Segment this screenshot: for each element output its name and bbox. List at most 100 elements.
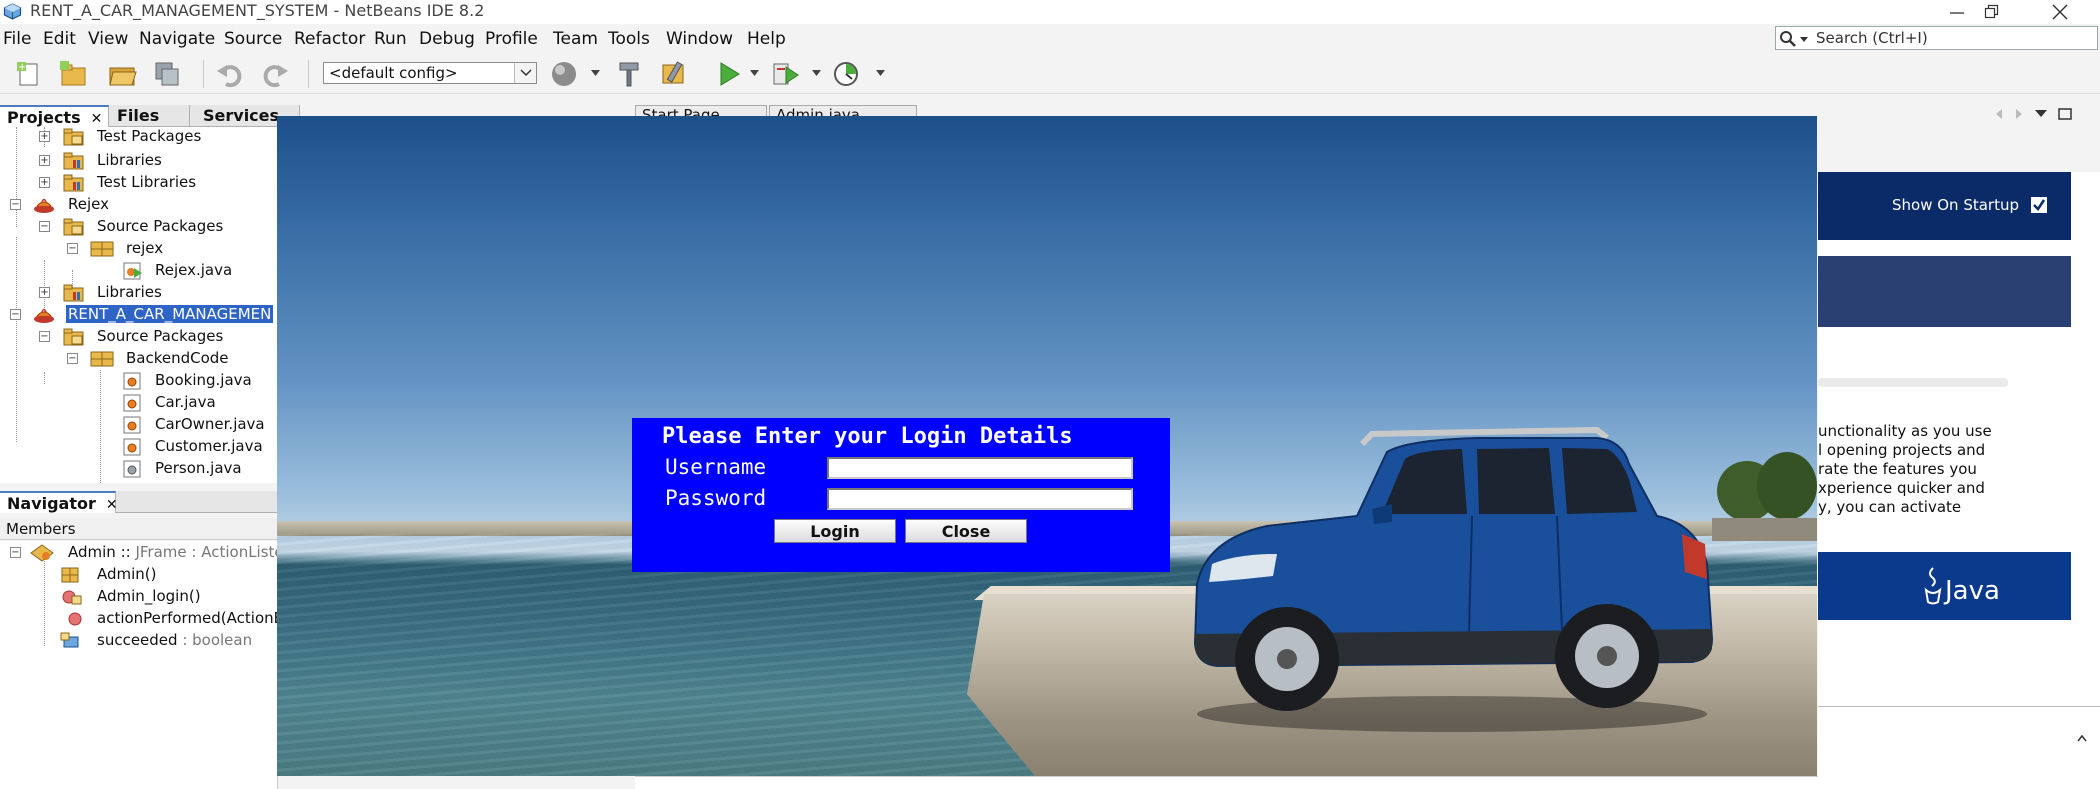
menu-view[interactable]: View (88, 29, 128, 49)
configuration-select[interactable]: <default config> (323, 62, 537, 84)
password-label: Password (665, 486, 767, 510)
tree-item-car-java[interactable]: Car.java (0, 391, 277, 413)
tree-item-label: Libraries (97, 283, 162, 301)
navigator-item-constructor[interactable]: Admin() (0, 563, 277, 585)
collapse-toggle[interactable]: − (39, 331, 50, 342)
redo-button[interactable] (258, 57, 292, 91)
collapse-toggle[interactable]: − (10, 309, 21, 320)
dropdown-arrow-icon[interactable] (591, 69, 601, 77)
configuration-dropdown-button[interactable] (514, 63, 536, 83)
debug-project-button[interactable] (769, 57, 803, 91)
play-icon (720, 62, 740, 86)
svg-text:+: + (18, 62, 26, 73)
close-tab-icon[interactable]: ✕ (106, 497, 118, 513)
dropdown-arrow-icon[interactable] (876, 69, 886, 77)
tree-item-test-packages[interactable]: + Test Packages (0, 127, 277, 149)
start-page-text-line: y, you can activate (1818, 498, 1962, 516)
scroll-up-icon[interactable] (2076, 732, 2088, 744)
new-project-button[interactable] (56, 57, 90, 91)
maximize-window-icon[interactable] (2058, 107, 2072, 121)
login-button[interactable]: Login (774, 519, 896, 543)
tree-item-booking-java[interactable]: Booking.java (0, 369, 277, 391)
build-project-button[interactable] (612, 57, 646, 91)
open-project-button[interactable] (105, 57, 139, 91)
field-icon (60, 632, 79, 648)
navigator-root-admin[interactable]: − Admin :: JFrame : ActionListe (0, 541, 277, 563)
tree-item-source-packages[interactable]: − Source Packages (0, 325, 277, 347)
collapse-toggle[interactable]: − (10, 547, 21, 558)
menu-profile[interactable]: Profile (485, 29, 538, 49)
tab-navigator[interactable]: Navigator ✕ (0, 491, 118, 513)
menu-edit[interactable]: Edit (43, 29, 76, 49)
new-file-button[interactable]: + (12, 57, 46, 91)
show-opened-documents-icon[interactable] (2034, 109, 2048, 119)
profiler-gauge-icon (834, 62, 858, 86)
tree-item-rent-a-car-project[interactable]: − RENT_A_CAR_MANAGEMEN (0, 303, 277, 325)
package-folder-icon (63, 328, 84, 346)
menu-refactor[interactable]: Refactor (294, 29, 365, 49)
show-on-startup-checkbox[interactable] (2031, 197, 2047, 213)
expand-toggle[interactable]: + (39, 131, 50, 142)
close-window-button[interactable] (2030, 0, 2090, 24)
navigator-item-action-performed[interactable]: actionPerformed(ActionE (0, 607, 277, 629)
tab-projects[interactable]: Projects ✕ (0, 105, 109, 127)
expand-toggle[interactable]: + (39, 155, 50, 166)
java-logo-text: Java (1945, 576, 2000, 606)
collapse-toggle[interactable]: − (39, 221, 50, 232)
dropdown-arrow-icon[interactable] (750, 69, 760, 77)
tree-item-person-java[interactable]: Person.java (0, 457, 277, 479)
quick-search-box[interactable] (1775, 26, 2098, 50)
menu-tools[interactable]: Tools (608, 29, 650, 49)
build-config-globe-button[interactable] (547, 57, 581, 91)
tab-services-label: Services (203, 106, 280, 125)
run-project-button[interactable] (712, 57, 746, 91)
password-input[interactable] (827, 488, 1133, 510)
tree-item-carowner-java[interactable]: CarOwner.java (0, 413, 277, 435)
tree-item-test-libraries[interactable]: + Test Libraries (0, 171, 277, 193)
tree-item-rejex-java[interactable]: Rejex.java (0, 259, 277, 281)
java-banner[interactable]: Java (1818, 552, 2071, 620)
tree-item-libraries[interactable]: + Libraries (0, 281, 277, 303)
members-filter[interactable]: Members (0, 518, 278, 540)
clean-build-button[interactable] (657, 57, 691, 91)
menu-help[interactable]: Help (747, 29, 786, 49)
menu-window[interactable]: Window (666, 29, 733, 49)
scroll-left-icon[interactable] (1994, 108, 2004, 120)
menu-team[interactable]: Team (553, 29, 598, 49)
java-main-class-icon (123, 262, 142, 280)
menu-navigate[interactable]: Navigate (139, 29, 215, 49)
tree-item-customer-java[interactable]: Customer.java (0, 435, 277, 457)
expand-toggle[interactable]: + (39, 287, 50, 298)
collapse-toggle[interactable]: − (10, 199, 21, 210)
navigator-root-label: Admin :: JFrame : ActionListe (68, 543, 277, 561)
navigator-item-succeeded-field[interactable]: succeeded : boolean (0, 629, 277, 651)
close-button[interactable]: Close (905, 519, 1027, 543)
tree-item-rejex-project[interactable]: − Rejex (0, 193, 277, 215)
search-input[interactable] (1816, 29, 2086, 47)
menu-bar: File Edit View Navigate Source Refactor … (0, 25, 1760, 51)
tree-item-libraries[interactable]: + Libraries (0, 149, 277, 171)
collapse-toggle[interactable]: − (67, 243, 78, 254)
tree-item-rejex-package[interactable]: − rejex (0, 237, 277, 259)
java-class-icon (123, 416, 141, 434)
tree-item-source-packages[interactable]: − Source Packages (0, 215, 277, 237)
navigator-item-admin-login[interactable]: Admin_login() (0, 585, 277, 607)
username-label: Username (665, 455, 767, 479)
menu-source[interactable]: Source (224, 29, 282, 49)
tree-item-backendcode-package[interactable]: − BackendCode (0, 347, 277, 369)
menu-run[interactable]: Run (374, 29, 407, 49)
scroll-right-icon[interactable] (2014, 108, 2024, 120)
close-tab-icon[interactable]: ✕ (91, 111, 103, 127)
menu-debug[interactable]: Debug (419, 29, 475, 49)
collapse-toggle[interactable]: − (67, 353, 78, 364)
expand-toggle[interactable]: + (39, 177, 50, 188)
username-input[interactable] (827, 457, 1133, 479)
dropdown-arrow-icon[interactable] (812, 69, 822, 77)
save-all-button[interactable] (150, 57, 184, 91)
restore-button[interactable] (1962, 0, 2022, 24)
tab-files[interactable]: Files (110, 105, 190, 127)
undo-button[interactable] (213, 57, 247, 91)
profile-project-button[interactable] (830, 57, 864, 91)
start-page-text: unctionality as you use l opening projec… (1818, 422, 2071, 517)
menu-file[interactable]: File (3, 29, 31, 49)
